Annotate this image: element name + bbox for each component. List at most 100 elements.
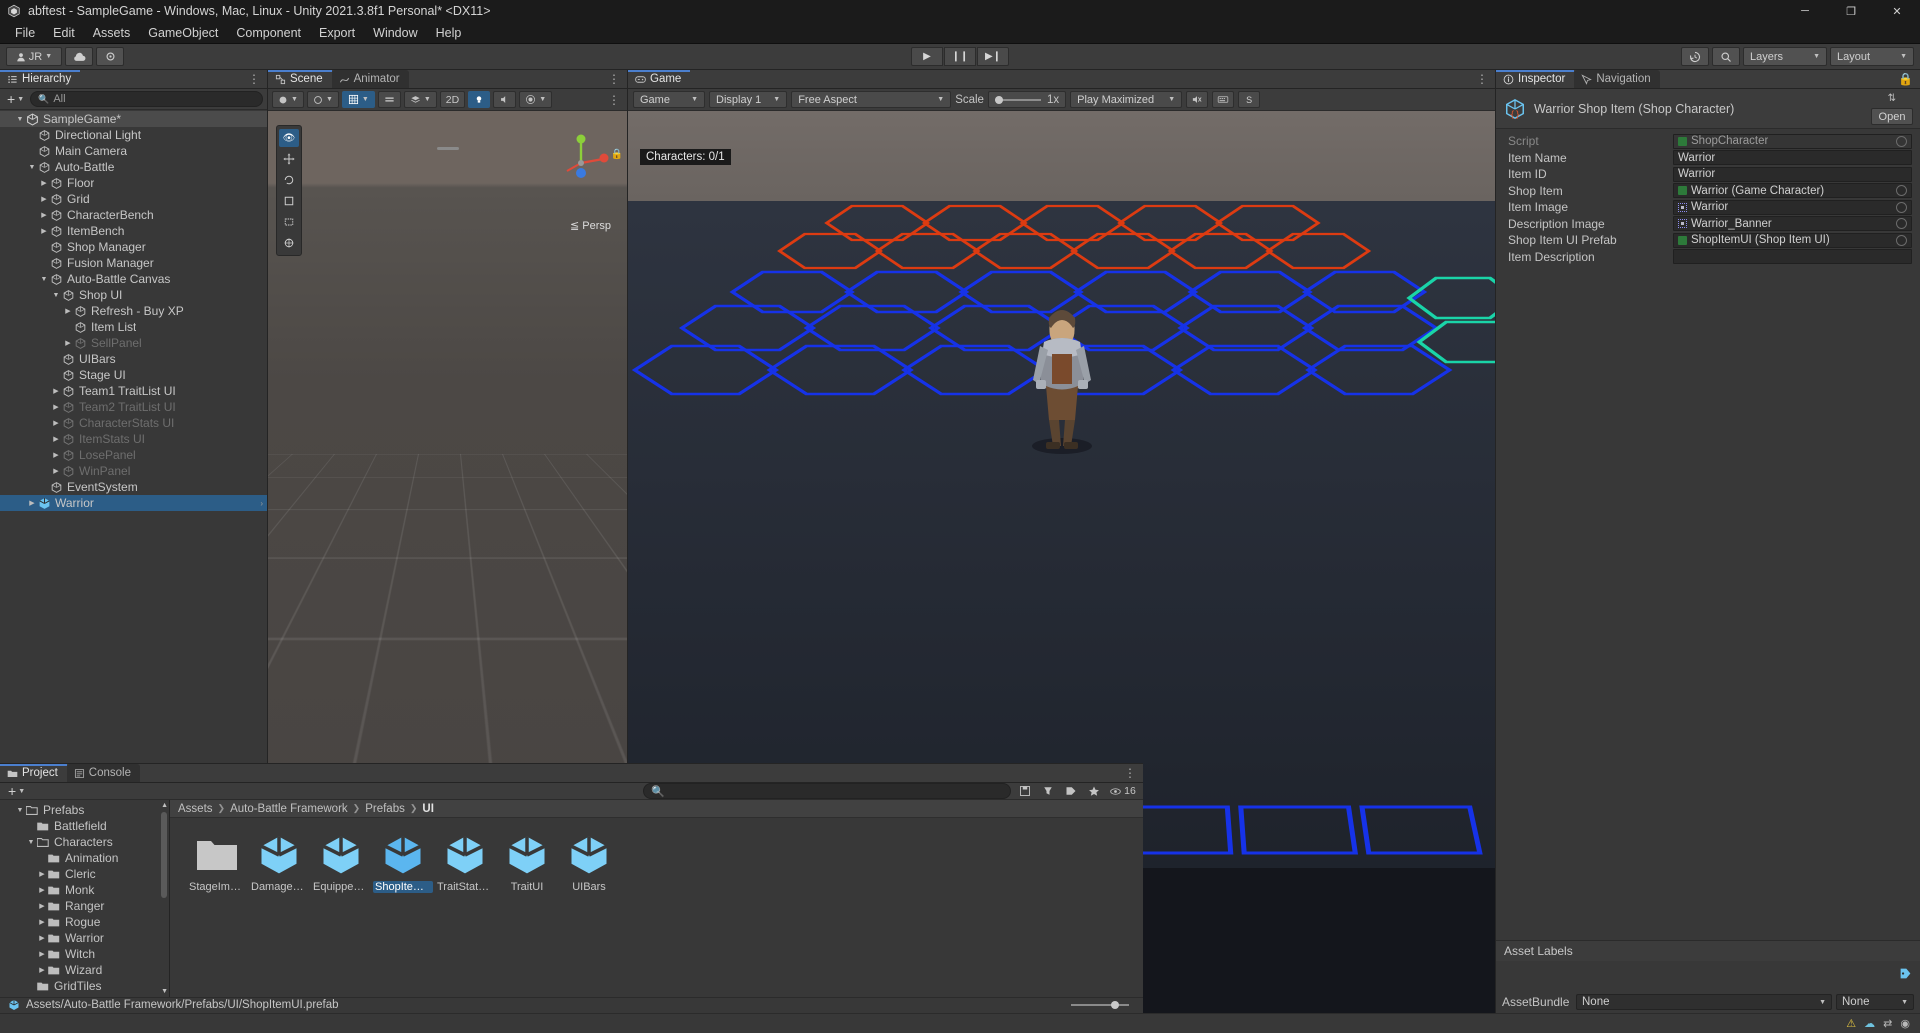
- scene-snap-toggle[interactable]: [377, 91, 401, 108]
- expand-arrow-icon[interactable]: ▶: [62, 339, 74, 347]
- close-button[interactable]: ✕: [1874, 0, 1920, 22]
- chevron-right-icon[interactable]: ›: [260, 499, 263, 508]
- hierarchy-row[interactable]: Item List: [0, 319, 267, 335]
- asset-zoom-slider[interactable]: [1071, 1001, 1129, 1010]
- tab-game[interactable]: Game: [628, 70, 691, 88]
- scene-perspective-label[interactable]: ≦ Persp: [570, 219, 611, 232]
- rotate-tool-button[interactable]: [279, 171, 299, 189]
- expand-arrow-icon[interactable]: ▶: [36, 902, 48, 910]
- label-tag-icon[interactable]: [1899, 967, 1912, 980]
- expand-arrow-icon[interactable]: ▶: [36, 950, 48, 958]
- expand-arrow-icon[interactable]: ▶: [62, 307, 74, 315]
- view-count[interactable]: 16: [1108, 783, 1138, 799]
- menu-gameobject[interactable]: GameObject: [139, 24, 227, 42]
- hierarchy-row[interactable]: ▼ Auto-Battle: [0, 159, 267, 175]
- expand-arrow-icon[interactable]: ▼: [14, 807, 26, 814]
- display-dropdown[interactable]: Display 1 ▼: [709, 91, 788, 108]
- tab-navigation[interactable]: Navigation: [1574, 70, 1660, 88]
- scale-slider-knob[interactable]: [994, 95, 1003, 104]
- project-tree-row[interactable]: ▶ Cleric: [0, 866, 169, 882]
- scene-fx-dropdown[interactable]: ▼: [519, 91, 553, 108]
- warning-icon[interactable]: ⚠: [1846, 1017, 1856, 1030]
- project-tree-row[interactable]: Animation: [0, 850, 169, 866]
- expand-arrow-icon[interactable]: ▶: [36, 870, 48, 878]
- project-tree-row[interactable]: ▶ Witch: [0, 946, 169, 962]
- layers-dropdown[interactable]: Layers ▼: [1743, 47, 1827, 66]
- scene-draw-mode-dropdown[interactable]: ▼: [272, 91, 304, 108]
- object-picker-icon[interactable]: [1896, 201, 1907, 213]
- account-status-icon[interactable]: ◉: [1900, 1017, 1910, 1030]
- tree-scroll-up-arrow[interactable]: ▲: [161, 802, 168, 809]
- hierarchy-row[interactable]: Main Camera: [0, 143, 267, 159]
- project-tree-row[interactable]: ▼ Prefabs: [0, 802, 169, 818]
- project-options-button[interactable]: ⋮: [1118, 764, 1143, 782]
- asset-item[interactable]: StageImage: [186, 832, 248, 893]
- object-picker-icon[interactable]: [1896, 185, 1907, 197]
- scene-lighting-toggle[interactable]: [468, 91, 491, 108]
- scene-options-button[interactable]: ⋮: [602, 70, 627, 88]
- object-picker-icon[interactable]: [1896, 218, 1907, 230]
- project-tree-row[interactable]: GridTiles: [0, 978, 169, 994]
- tab-scene[interactable]: Scene: [268, 70, 332, 88]
- inspector-field-value[interactable]: Warrior (Game Character): [1673, 183, 1912, 199]
- gizmos-button[interactable]: S: [1238, 91, 1261, 108]
- project-tree-row[interactable]: ▶ Rogue: [0, 914, 169, 930]
- hierarchy-row[interactable]: ▶ Grid: [0, 191, 267, 207]
- play-button[interactable]: ▶: [911, 47, 943, 66]
- label-filter-icon[interactable]: [1062, 783, 1080, 799]
- expand-arrow-icon[interactable]: ▶: [50, 451, 62, 459]
- tab-hierarchy[interactable]: Hierarchy: [0, 70, 81, 88]
- tree-scrollbar[interactable]: [161, 812, 167, 899]
- hierarchy-row[interactable]: Shop Manager: [0, 239, 267, 255]
- breadcrumb-item[interactable]: UI: [422, 803, 434, 815]
- asset-zoom-knob[interactable]: [1111, 1001, 1119, 1010]
- inspector-lock-button[interactable]: 🔒: [1892, 70, 1920, 88]
- project-tree-row[interactable]: Battlefield: [0, 818, 169, 834]
- open-button[interactable]: Open: [1871, 108, 1913, 125]
- hierarchy-row[interactable]: ▶ Team1 TraitList UI: [0, 383, 267, 399]
- hierarchy-row[interactable]: ▶ LosePanel: [0, 447, 267, 463]
- move-tool-button[interactable]: [279, 150, 299, 168]
- hierarchy-row[interactable]: Stage UI: [0, 367, 267, 383]
- menu-component[interactable]: Component: [227, 24, 310, 42]
- breadcrumb-item[interactable]: Auto-Battle Framework: [230, 803, 348, 815]
- hierarchy-add-button[interactable]: + ▼: [4, 91, 27, 107]
- scene-audio-toggle[interactable]: [493, 91, 517, 108]
- menu-help[interactable]: Help: [427, 24, 471, 42]
- hierarchy-row[interactable]: ▼ Shop UI: [0, 287, 267, 303]
- asset-item[interactable]: ShopItemUI: [372, 832, 434, 894]
- expand-arrow-icon[interactable]: ▶: [38, 227, 50, 235]
- inspector-field-value[interactable]: ShopCharacter: [1673, 133, 1912, 149]
- hierarchy-row[interactable]: ▶ SellPanel: [0, 335, 267, 351]
- hierarchy-row[interactable]: ▶ Floor: [0, 175, 267, 191]
- assetbundle-dropdown[interactable]: None ▼: [1576, 994, 1832, 1010]
- menu-window[interactable]: Window: [364, 24, 426, 42]
- object-picker-icon[interactable]: [1896, 135, 1907, 147]
- scale-slider[interactable]: 1x: [987, 91, 1067, 108]
- hierarchy-row[interactable]: ▶ WinPanel: [0, 463, 267, 479]
- expand-arrow-icon[interactable]: ▶: [36, 886, 48, 894]
- inspector-field-value[interactable]: [1673, 249, 1912, 265]
- breadcrumb-item[interactable]: Prefabs: [365, 803, 405, 815]
- history-button[interactable]: [1681, 47, 1709, 66]
- expand-arrow-icon[interactable]: ▼: [26, 164, 38, 171]
- breadcrumb-item[interactable]: Assets: [178, 803, 213, 815]
- hierarchy-row[interactable]: ▶ ItemBench: [0, 223, 267, 239]
- play-mode-dropdown[interactable]: Play Maximized ▼: [1070, 91, 1183, 108]
- expand-arrow-icon[interactable]: ▶: [36, 966, 48, 974]
- inspector-field-value[interactable]: Warrior: [1673, 199, 1912, 215]
- asset-item[interactable]: TraitUI: [496, 832, 558, 893]
- game-options-button[interactable]: ⋮: [1470, 70, 1495, 88]
- expand-arrow-icon[interactable]: ▶: [38, 195, 50, 203]
- asset-item[interactable]: EquippedIt...: [310, 832, 372, 893]
- step-button[interactable]: ▶❙: [977, 47, 1009, 66]
- cloud-button[interactable]: [65, 47, 93, 66]
- menu-export[interactable]: Export: [310, 24, 364, 42]
- aspect-dropdown[interactable]: Free Aspect ▼: [791, 91, 952, 108]
- expand-arrow-icon[interactable]: ▶: [26, 499, 38, 507]
- scene-shading-dropdown[interactable]: ▼: [306, 91, 339, 108]
- asset-item[interactable]: UIBars: [558, 832, 620, 893]
- expand-arrow-icon[interactable]: ▶: [50, 387, 62, 395]
- tab-project[interactable]: Project: [0, 764, 67, 782]
- collab-icon[interactable]: ⇄: [1883, 1017, 1892, 1030]
